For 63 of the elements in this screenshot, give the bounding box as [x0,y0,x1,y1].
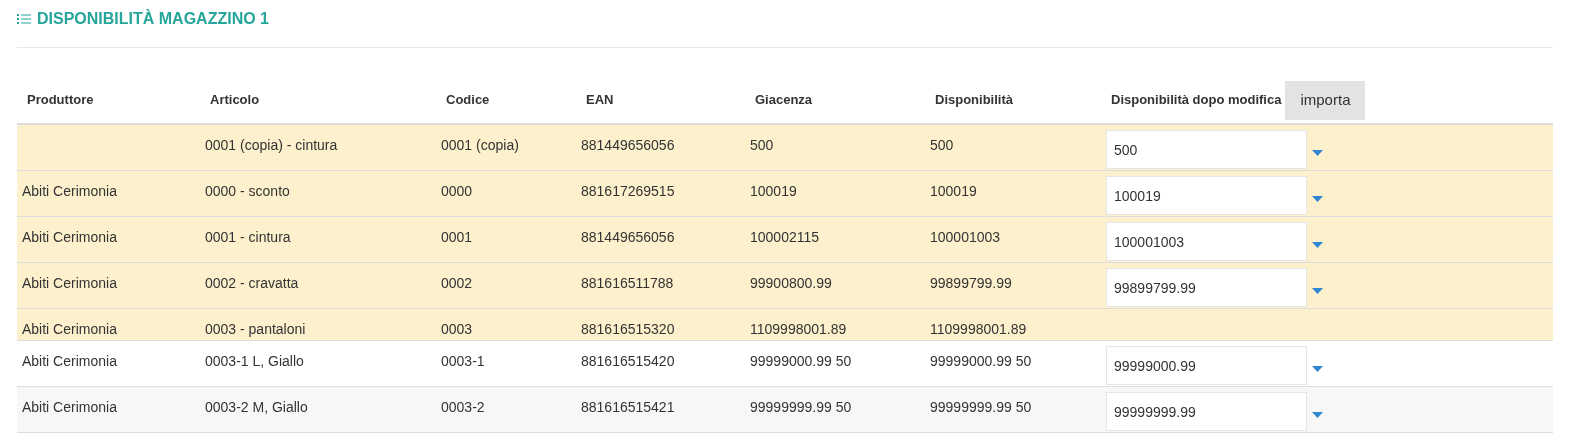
table-cell: 0002 [441,275,473,291]
import-button[interactable]: importa [1285,80,1366,120]
table-cell: 0003-1 [441,353,485,369]
list-icon [17,14,31,24]
quantity-input[interactable]: 99999999.99 [1106,392,1307,431]
table-cell: 100002115 [750,229,820,245]
table-cell: Abiti Cerimonia [22,183,117,199]
table-cell: 0000 [441,183,473,199]
table-cell: 881449656056 [581,229,675,245]
dropdown-caret-icon[interactable] [1312,365,1323,372]
table-cell: 881617269515 [581,183,675,199]
column-header: Giacenza [755,91,813,110]
table-cell: 0000 - sconto [205,183,290,199]
dropdown-caret-icon[interactable] [1312,195,1323,202]
table-cell: 99899799.99 [930,275,1012,291]
table-cell: 100001003 [930,229,1001,245]
table-cell: 881616515420 [581,353,675,369]
quantity-input[interactable]: 99899799.99 [1106,268,1307,307]
dropdown-caret-icon[interactable] [1312,411,1323,418]
table-cell: 100019 [750,183,797,199]
table-cell: Abiti Cerimonia [22,321,117,337]
quantity-input[interactable]: 100001003 [1106,222,1307,261]
table-cell: 1109998001.89 [750,321,847,337]
column-header: Disponibilità dopo modifica [1111,91,1282,110]
column-header: Articolo [210,91,260,110]
table-cell: 0003-2 M, Giallo [205,399,308,415]
table-cell: 881449656056 [581,137,675,153]
column-header: Disponibilità [935,91,1013,110]
quantity-input[interactable]: 99999000.99 [1106,346,1307,385]
table-cell: 0003-2 [441,399,485,415]
table-cell: 0003 [441,321,473,337]
table-cell: Abiti Cerimonia [22,229,117,245]
table-cell: 100019 [930,183,977,199]
table-cell: 881616515320 [581,321,675,337]
column-header: EAN [586,91,614,110]
table-cell: Abiti Cerimonia [22,275,117,291]
table-cell: 99999999.99 50 [930,399,1032,415]
table-cell: 0001 [441,229,473,245]
table-cell: 881616511788 [581,275,674,291]
table-cell: 99999000.99 50 [930,353,1032,369]
dropdown-caret-icon[interactable] [1312,149,1323,156]
table-cell: 500 [750,137,774,153]
table-cell: Abiti Cerimonia [22,399,117,415]
table-cell: 99999000.99 50 [750,353,852,369]
dropdown-caret-icon[interactable] [1312,241,1323,248]
table-cell: 0001 (copia) - cintura [205,137,338,153]
table-cell: 0001 - cintura [205,229,291,245]
column-header: Codice [446,91,490,110]
table-cell: 0003-1 L, Giallo [205,353,304,369]
dropdown-caret-icon[interactable] [1312,287,1323,294]
table-cell: 500 [930,137,954,153]
quantity-input[interactable]: 500 [1106,130,1307,169]
table-cell: 1109998001.89 [930,321,1027,337]
table-cell: 0001 (copia) [441,137,519,153]
table-cell: 99900800.99 [750,275,832,291]
table-cell: 0002 - cravatta [205,275,299,291]
column-header: Produttore [27,91,94,110]
quantity-input[interactable]: 100019 [1106,176,1307,215]
section-title: DISPONIBILITÀ MAGAZZINO 1 [37,8,269,29]
table-cell: 881616515421 [581,399,675,415]
table-cell: 99999999.99 50 [750,399,852,415]
table-cell: 0003 - pantaloni [205,321,306,337]
table-cell: Abiti Cerimonia [22,353,117,369]
